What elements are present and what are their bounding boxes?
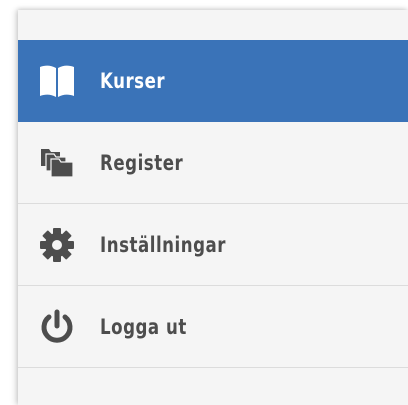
menu-item-label: Inställningar (100, 232, 227, 257)
menu-item-label: Register (100, 150, 184, 175)
menu-item-label: Kurser (100, 68, 166, 93)
power-icon (38, 308, 76, 346)
menu-item-register[interactable]: Register (18, 122, 408, 204)
menu-item-installningar[interactable]: Inställningar (18, 204, 408, 286)
menu-item-label: Logga ut (100, 314, 187, 339)
stacked-folders-icon (38, 144, 76, 182)
side-menu: Kurser Register Inställningar Logga ut (18, 40, 408, 368)
gear-icon (38, 226, 76, 264)
menu-item-logga-ut[interactable]: Logga ut (18, 286, 408, 368)
book-open-icon (38, 62, 76, 100)
side-menu-panel: Kurser Register Inställningar Logga ut (18, 10, 408, 405)
menu-item-kurser[interactable]: Kurser (18, 40, 408, 122)
